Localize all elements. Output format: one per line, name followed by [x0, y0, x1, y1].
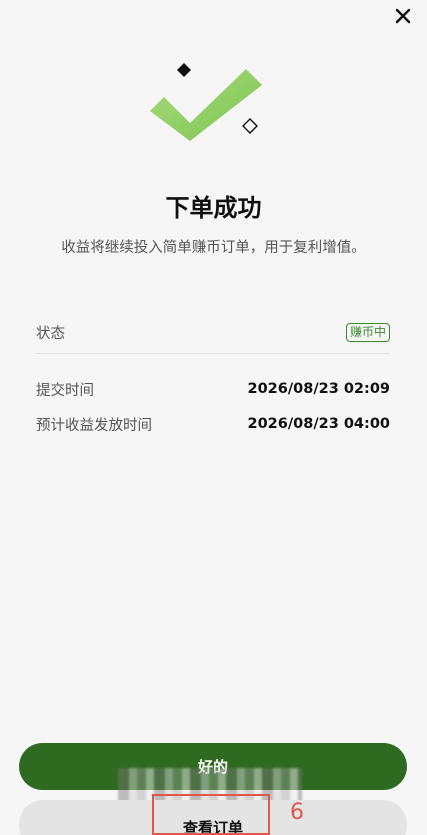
- status-label: 状态: [36, 326, 65, 342]
- submit-time-row: 提交时间 2026/08/23 02:09: [36, 376, 390, 402]
- diamond-filled-icon: [177, 63, 191, 77]
- submit-time-value: 2026/08/23 02:09: [247, 381, 390, 397]
- payout-time-value: 2026/08/23 04:00: [247, 416, 390, 432]
- close-button[interactable]: [391, 4, 415, 28]
- close-icon: [395, 8, 411, 24]
- payout-time-row: 预计收益发放时间 2026/08/23 04:00: [36, 411, 390, 437]
- status-row: 状态 赚币中: [36, 312, 390, 354]
- page-title: 下单成功: [165, 194, 262, 222]
- payout-time-label: 预计收益发放时间: [36, 417, 152, 434]
- diamond-outline-icon: [242, 118, 258, 134]
- success-illustration: [150, 55, 275, 155]
- submit-time-label: 提交时间: [36, 382, 94, 399]
- status-badge: 赚币中: [345, 323, 390, 342]
- page-subtitle: 收益将继续投入简单赚币订单，用于复利增值。: [61, 240, 366, 256]
- annotation-highlight-box: [152, 794, 270, 835]
- success-checkmark-icon: [150, 63, 262, 141]
- annotation-number: 6: [290, 800, 304, 825]
